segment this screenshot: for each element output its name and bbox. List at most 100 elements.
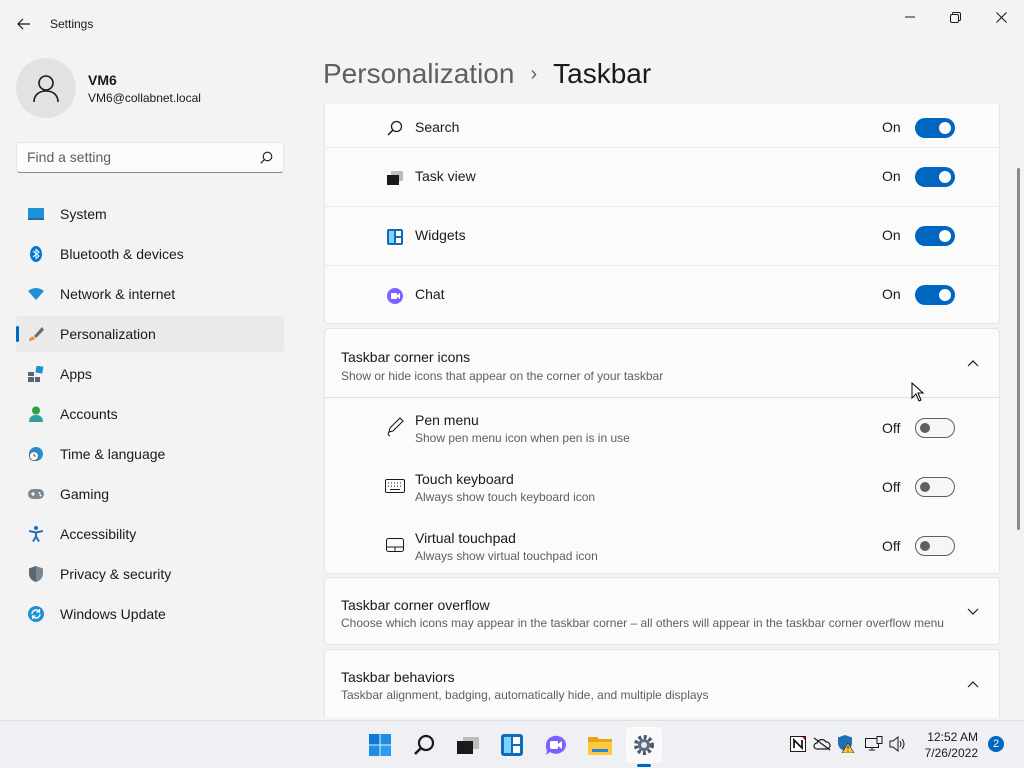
taskbar-settings-button[interactable]: [626, 727, 662, 763]
taskbar-corner-overflow-card[interactable]: Taskbar corner overflow Choose which ico…: [324, 577, 1000, 645]
gamepad-icon: [28, 486, 44, 502]
notion-icon: [790, 736, 806, 752]
search-box[interactable]: [16, 142, 284, 173]
breadcrumb-separator: ›: [530, 62, 538, 85]
sidebar-item-accounts[interactable]: Accounts: [16, 396, 284, 432]
sidebar-item-label: Accounts: [60, 406, 118, 422]
chevron-down-icon[interactable]: [965, 604, 981, 620]
sidebar-item-label: Windows Update: [60, 606, 166, 622]
pen-menu-toggle[interactable]: [915, 418, 955, 438]
setting-label: Pen menu: [415, 412, 479, 428]
shield-icon: [28, 566, 44, 582]
minimize-icon: [905, 16, 915, 18]
settings-icon: [634, 735, 654, 755]
settings-content: Search On Task view On Widgets On Chat O…: [324, 104, 1000, 718]
taskbar-chat-button[interactable]: [538, 727, 574, 763]
setting-row-widgets: Widgets On: [325, 207, 999, 265]
user-name: VM6: [88, 72, 117, 88]
chat-icon: [385, 286, 405, 306]
sidebar-item-windows-update[interactable]: Windows Update: [16, 596, 284, 632]
sidebar-item-label: Network & internet: [60, 286, 176, 302]
setting-description: Always show touch keyboard icon: [415, 490, 596, 504]
section-title: Taskbar behaviors: [341, 669, 455, 685]
search-icon: [385, 118, 405, 138]
touchpad-icon: [385, 535, 405, 555]
breadcrumb-parent[interactable]: Personalization: [323, 58, 514, 90]
search-toggle[interactable]: [915, 118, 955, 138]
pen-icon: [385, 417, 405, 437]
toggle-state-text: Off: [882, 538, 901, 554]
notification-badge[interactable]: 2: [988, 736, 1004, 752]
close-icon: [995, 11, 1007, 23]
accessibility-icon: [28, 526, 44, 542]
setting-row-virtual-touchpad: Virtual touchpad Always show virtual tou…: [325, 516, 999, 575]
chat-icon: [545, 735, 566, 755]
setting-label: Touch keyboard: [415, 471, 514, 487]
network-tray-button[interactable]: [865, 735, 883, 753]
corner-icons-header[interactable]: Taskbar corner icons Show or hide icons …: [325, 329, 999, 397]
clock-time: 12:52 AM: [927, 730, 978, 744]
volume-tray-button[interactable]: [889, 735, 907, 753]
chevron-up-icon[interactable]: [965, 355, 981, 371]
minimize-button[interactable]: [887, 4, 933, 30]
network-icon: [865, 736, 883, 751]
restore-button[interactable]: [932, 4, 978, 30]
onedrive-tray-button[interactable]: [813, 735, 831, 753]
taskbar-task-view-button[interactable]: [450, 727, 486, 763]
setting-description: Always show virtual touchpad icon: [415, 549, 598, 563]
notion-tray-button[interactable]: [789, 735, 807, 753]
taskbar-search-button[interactable]: [406, 727, 442, 763]
setting-label: Chat: [415, 286, 445, 302]
sidebar-item-personalization[interactable]: Personalization: [16, 316, 284, 352]
setting-label: Task view: [415, 168, 476, 184]
defender-warning-icon: [838, 735, 855, 753]
taskbar-file-explorer-button[interactable]: [582, 727, 618, 763]
page-title: Taskbar: [553, 58, 652, 89]
system-clock[interactable]: 12:52 AM 7/26/2022: [918, 729, 978, 761]
search-icon: [260, 151, 273, 164]
sidebar-item-bluetooth[interactable]: Bluetooth & devices: [16, 236, 284, 272]
virtual-touchpad-toggle[interactable]: [915, 536, 955, 556]
taskbar-behaviors-card[interactable]: Taskbar behaviors Taskbar alignment, bad…: [324, 649, 1000, 718]
section-title: Taskbar corner icons: [341, 349, 471, 365]
start-button[interactable]: [362, 727, 398, 763]
breadcrumb: Personalization › Taskbar: [323, 58, 651, 90]
file-explorer-icon: [588, 737, 612, 755]
section-subtitle: Choose which icons may appear in the tas…: [341, 616, 944, 630]
restore-icon: [949, 11, 961, 23]
task-view-icon: [457, 737, 479, 754]
close-button[interactable]: [978, 4, 1024, 30]
taskbar-widgets-button[interactable]: [494, 727, 530, 763]
sidebar-item-gaming[interactable]: Gaming: [16, 476, 284, 512]
sidebar-item-time-language[interactable]: Time & language: [16, 436, 284, 472]
back-button[interactable]: [10, 10, 38, 38]
chevron-up-icon[interactable]: [965, 676, 981, 692]
widgets-icon: [385, 227, 405, 247]
sidebar-item-apps[interactable]: Apps: [16, 356, 284, 392]
toggle-state-text: On: [882, 119, 901, 135]
setting-row-chat: Chat On: [325, 266, 999, 324]
avatar[interactable]: [16, 58, 76, 118]
sidebar-item-label: Time & language: [60, 446, 166, 462]
update-icon: [28, 606, 44, 622]
keyboard-icon: [385, 476, 405, 496]
widgets-toggle[interactable]: [915, 226, 955, 246]
sidebar-item-accessibility[interactable]: Accessibility: [16, 516, 284, 552]
scrollbar[interactable]: [1017, 168, 1020, 530]
brush-icon: [28, 326, 44, 342]
taskbar-corner-icons-card: Taskbar corner icons Show or hide icons …: [324, 328, 1000, 574]
toggle-state-text: On: [882, 168, 901, 184]
person-icon: [33, 75, 59, 103]
chat-toggle[interactable]: [915, 285, 955, 305]
user-email: VM6@collabnet.local: [88, 91, 201, 105]
setting-label: Virtual touchpad: [415, 530, 516, 546]
search-input[interactable]: [27, 149, 247, 165]
defender-tray-button[interactable]: [837, 735, 855, 753]
task-view-toggle[interactable]: [915, 167, 955, 187]
sidebar-item-system[interactable]: System: [16, 196, 284, 232]
sidebar-item-privacy-security[interactable]: Privacy & security: [16, 556, 284, 592]
touch-keyboard-toggle[interactable]: [915, 477, 955, 497]
wifi-icon: [28, 286, 44, 302]
sidebar-item-network[interactable]: Network & internet: [16, 276, 284, 312]
sidebar-item-label: System: [60, 206, 107, 222]
